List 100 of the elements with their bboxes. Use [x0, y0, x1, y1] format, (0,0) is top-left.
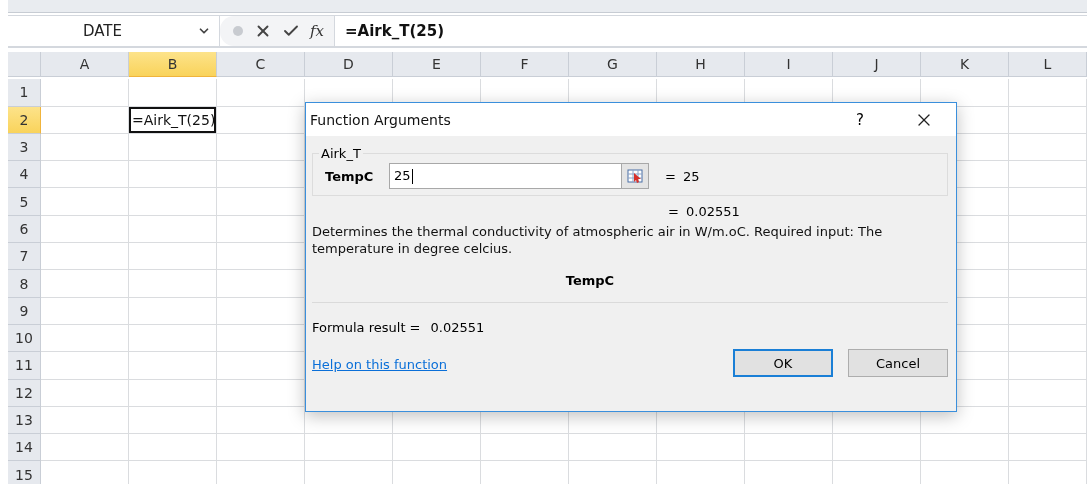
help-link[interactable]: Help on this function: [312, 356, 448, 372]
spreadsheet-cell[interactable]: [129, 270, 217, 298]
spreadsheet-cell[interactable]: [305, 434, 393, 462]
select-all-corner[interactable]: [8, 52, 41, 77]
spreadsheet-cell[interactable]: [1009, 243, 1087, 271]
spreadsheet-cell[interactable]: [129, 379, 217, 407]
row-header[interactable]: 2: [8, 106, 41, 134]
name-box[interactable]: DATE: [8, 22, 197, 40]
dialog-button[interactable]: OK: [733, 349, 833, 377]
spreadsheet-cell[interactable]: [41, 161, 129, 189]
formula-input[interactable]: =Airk_T(25): [335, 22, 445, 40]
spreadsheet-cell[interactable]: [1009, 270, 1087, 298]
spreadsheet-cell[interactable]: [1009, 297, 1087, 325]
spreadsheet-cell[interactable]: [129, 79, 217, 107]
column-header[interactable]: A: [41, 52, 129, 77]
argument-input[interactable]: 25: [389, 163, 649, 189]
row-header[interactable]: 14: [8, 434, 41, 462]
spreadsheet-cell[interactable]: [1009, 106, 1087, 134]
row-header[interactable]: 13: [8, 406, 41, 435]
function-description: Determines the thermal conductivity of atmospheric air in W/m.oC. Required input: The temperature in degree celcius.: [312, 223, 884, 257]
equals-sign: =: [668, 204, 680, 219]
spreadsheet-cell[interactable]: [129, 352, 217, 380]
spreadsheet-cell[interactable]: [481, 434, 569, 462]
spreadsheet-cell[interactable]: [1009, 379, 1087, 407]
column-header[interactable]: L: [1009, 52, 1087, 77]
spreadsheet-cell[interactable]: [657, 434, 745, 462]
row-header[interactable]: 4: [8, 161, 41, 189]
row-header[interactable]: 7: [8, 243, 41, 271]
dialog-button[interactable]: Cancel: [848, 349, 948, 377]
column-header[interactable]: K: [921, 52, 1009, 77]
formula-result-value: 0.02551: [430, 320, 485, 335]
column-header[interactable]: F: [481, 52, 569, 77]
spreadsheet-cell[interactable]: [745, 434, 833, 462]
column-header[interactable]: J: [833, 52, 921, 77]
spreadsheet-cell[interactable]: [1009, 352, 1087, 380]
active-cell[interactable]: =Airk_T(25): [129, 106, 216, 133]
argument-value: 25: [683, 168, 700, 184]
spreadsheet-cell[interactable]: [129, 297, 217, 325]
spreadsheet-cell[interactable]: [1009, 406, 1087, 435]
spreadsheet-cell[interactable]: [41, 324, 129, 353]
spreadsheet-cell[interactable]: [41, 379, 129, 407]
spreadsheet-cell[interactable]: [41, 270, 129, 298]
column-header[interactable]: H: [657, 52, 745, 77]
row-header[interactable]: 8: [8, 270, 41, 298]
function-name: Airk_T: [320, 146, 362, 161]
column-header[interactable]: I: [745, 52, 833, 77]
spreadsheet-cell[interactable]: [1009, 215, 1087, 244]
column-header[interactable]: E: [393, 52, 481, 77]
spreadsheet-cell[interactable]: [1009, 133, 1087, 162]
spreadsheet-cell[interactable]: [41, 406, 129, 435]
spreadsheet-cell[interactable]: [217, 434, 305, 462]
spreadsheet-cell[interactable]: [41, 215, 129, 244]
spreadsheet-cell[interactable]: [41, 243, 129, 271]
row-header[interactable]: 6: [8, 215, 41, 244]
row-header[interactable]: 1: [8, 79, 41, 107]
formula-result-label: Formula result =: [312, 320, 421, 335]
spreadsheet-cell[interactable]: [569, 434, 657, 462]
row-header[interactable]: 10: [8, 324, 41, 353]
spreadsheet-cell[interactable]: [217, 406, 305, 435]
spreadsheet-cell[interactable]: [1009, 188, 1087, 216]
spreadsheet-cell[interactable]: [129, 133, 217, 162]
spreadsheet-cell[interactable]: [41, 352, 129, 380]
spreadsheet-cell[interactable]: [41, 133, 129, 162]
spreadsheet-cell[interactable]: [41, 297, 129, 325]
insert-function-button[interactable]: fx: [310, 22, 324, 40]
equals-sign: =: [665, 168, 677, 184]
spreadsheet-cell[interactable]: [129, 324, 217, 353]
argument-label: TempC: [325, 168, 375, 184]
column-header[interactable]: G: [569, 52, 657, 77]
row-header[interactable]: 12: [8, 379, 41, 407]
spreadsheet-cell[interactable]: [921, 434, 1009, 462]
circle-icon: [232, 25, 244, 37]
spreadsheet-cell[interactable]: [129, 243, 217, 271]
spreadsheet-cell[interactable]: [393, 434, 481, 462]
spreadsheet-cell[interactable]: [41, 79, 129, 107]
spreadsheet-cell[interactable]: [41, 434, 129, 462]
row-header[interactable]: 9: [8, 297, 41, 325]
spreadsheet-cell[interactable]: [1009, 434, 1087, 462]
column-header[interactable]: C: [217, 52, 305, 77]
spreadsheet-cell[interactable]: [1009, 324, 1087, 353]
spreadsheet-cell[interactable]: [129, 188, 217, 216]
help-button[interactable]: ?: [840, 110, 880, 129]
spreadsheet-cell[interactable]: [129, 215, 217, 244]
spreadsheet-cell[interactable]: [1009, 79, 1087, 107]
spreadsheet-cell[interactable]: [217, 79, 305, 107]
spreadsheet-cell[interactable]: [129, 161, 217, 189]
dialog-title: Function Arguments: [310, 111, 452, 128]
argument-help-name: TempC: [564, 273, 616, 288]
column-header[interactable]: D: [305, 52, 393, 77]
spreadsheet-cell[interactable]: [129, 434, 217, 462]
row-header[interactable]: 15: [8, 461, 41, 484]
row-header[interactable]: 5: [8, 188, 41, 216]
spreadsheet-cell[interactable]: [41, 188, 129, 216]
range-picker-icon[interactable]: [621, 164, 648, 188]
row-header[interactable]: 11: [8, 352, 41, 380]
column-header[interactable]: B: [129, 52, 217, 77]
spreadsheet-cell[interactable]: [833, 434, 921, 462]
row-header[interactable]: 3: [8, 133, 41, 162]
spreadsheet-cell[interactable]: [129, 406, 217, 435]
spreadsheet-cell[interactable]: [1009, 161, 1087, 189]
